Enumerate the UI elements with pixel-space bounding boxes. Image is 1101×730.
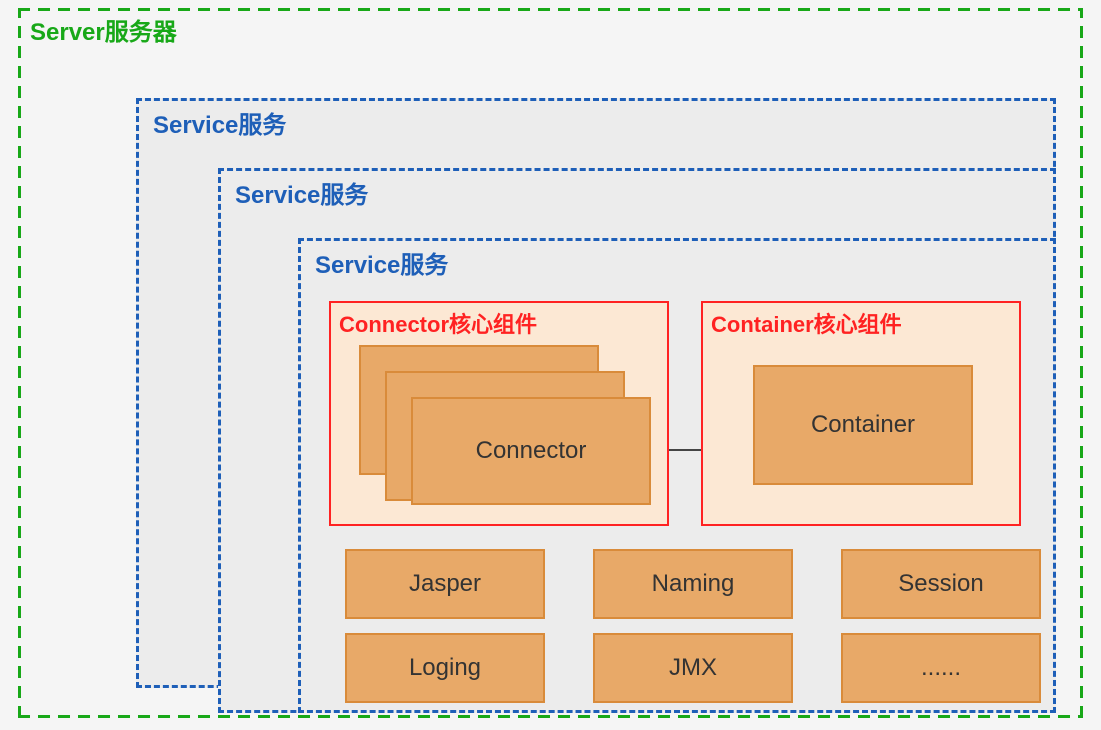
container-inner-box: Container (753, 365, 973, 485)
module-jasper-label: Jasper (409, 570, 481, 598)
container-box-text: Container (811, 411, 915, 439)
service-label-2: Service服务 (235, 175, 368, 210)
connector-core-box: Connector核心组件 Connector (329, 301, 669, 526)
module-jmx-label: JMX (669, 654, 717, 682)
service-box-front: Service服务 Connector核心组件 Connector Contai… (298, 238, 1056, 713)
server-container: Server服务器 Service服务 Service服务 Service服务 … (18, 8, 1083, 718)
module-loging-label: Loging (409, 654, 481, 682)
module-more: ...... (841, 633, 1041, 703)
module-session-label: Session (898, 570, 983, 598)
service-label-1: Service服务 (153, 105, 286, 140)
module-session: Session (841, 549, 1041, 619)
module-naming: Naming (593, 549, 793, 619)
connector-stack-front: Connector (411, 397, 651, 505)
module-more-label: ...... (921, 654, 961, 682)
connector-box-text: Connector (476, 437, 587, 465)
service-label-3: Service服务 (315, 245, 448, 280)
module-loging: Loging (345, 633, 545, 703)
container-core-box: Container核心组件 Container (701, 301, 1021, 526)
module-naming-label: Naming (652, 570, 735, 598)
connector-core-label: Connector核心组件 (339, 307, 537, 339)
container-core-label: Container核心组件 (711, 307, 902, 339)
module-jmx: JMX (593, 633, 793, 703)
server-label: Server服务器 (26, 12, 181, 47)
module-jasper: Jasper (345, 549, 545, 619)
